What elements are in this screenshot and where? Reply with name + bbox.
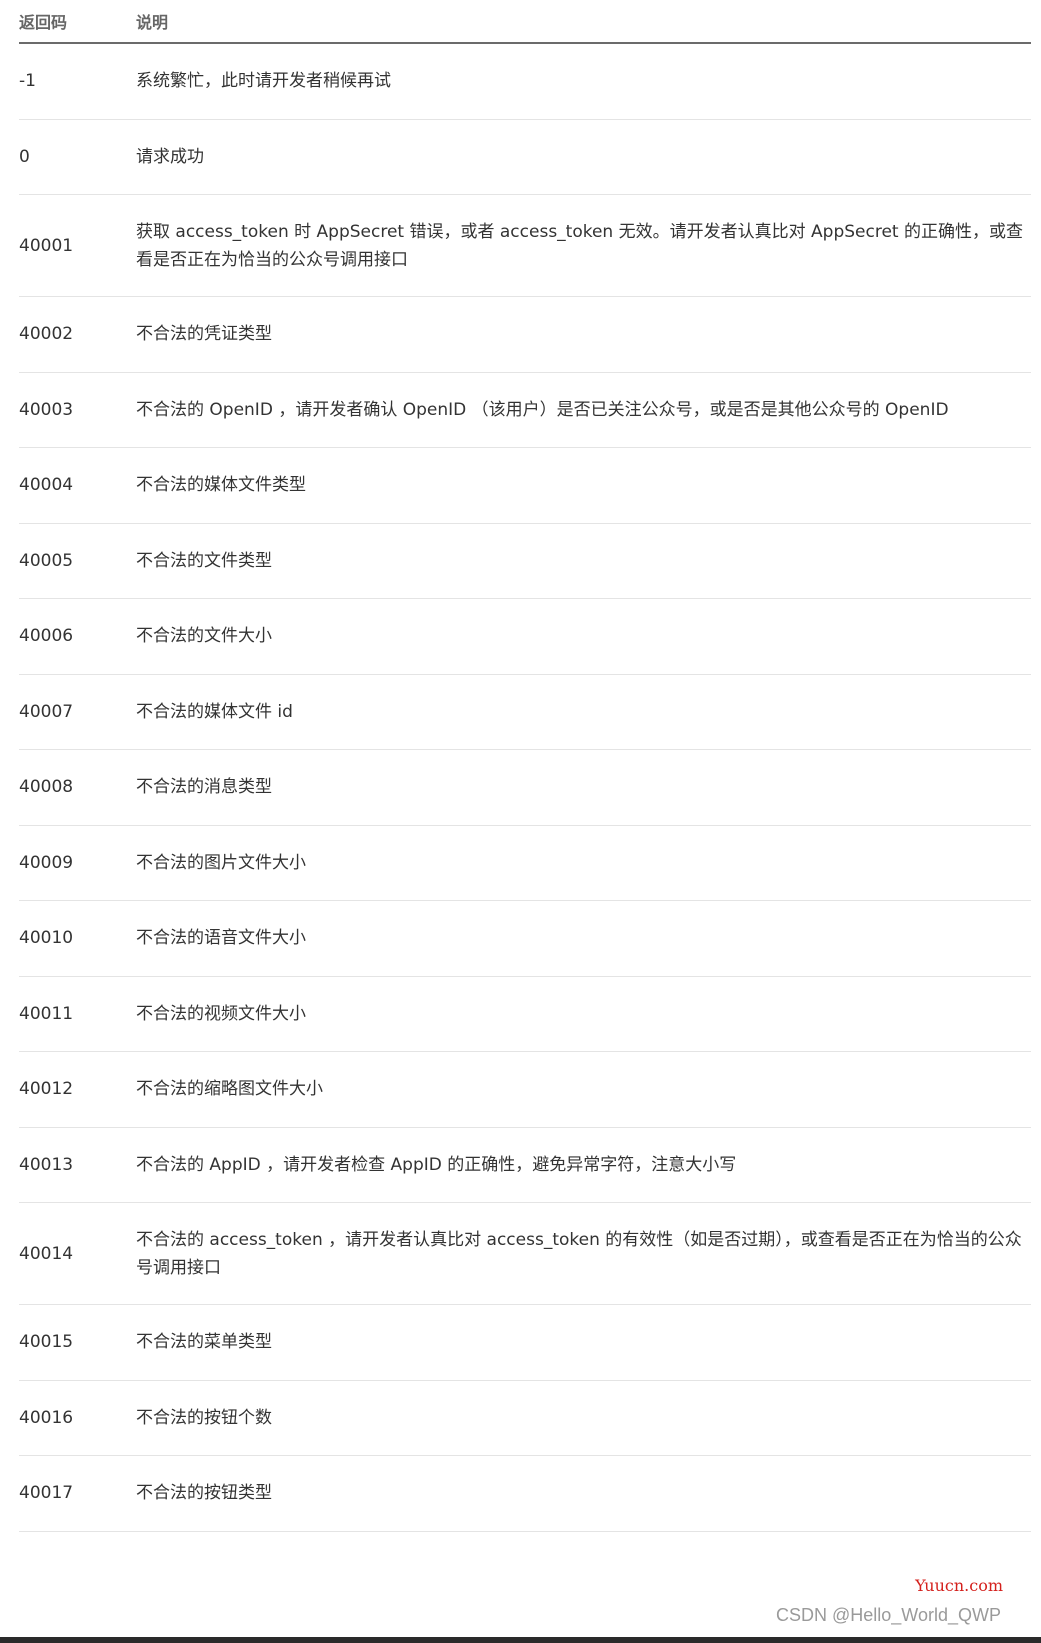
cell-code: 40007 — [19, 701, 74, 722]
table-row: 40009 不合法的图片文件大小 — [19, 826, 1031, 901]
header-code: 返回码 — [19, 13, 68, 32]
cell-code: -1 — [19, 71, 36, 92]
cell-description: 不合法的视频文件大小 — [136, 1003, 306, 1024]
cell-code: 40005 — [19, 550, 74, 571]
error-code-table: 返回码 说明 -1 系统繁忙，此时请开发者稍候再试 0 请求成功 40001 获… — [19, 0, 1031, 1532]
table-row: 0 请求成功 — [19, 120, 1031, 195]
header-description: 说明 — [136, 13, 169, 32]
table-row: -1 系统繁忙，此时请开发者稍候再试 — [19, 44, 1031, 120]
table-row: 40001 获取 access_token 时 AppSecret 错误，或者 … — [19, 195, 1031, 297]
table-header: 返回码 说明 — [19, 0, 1031, 44]
table-row: 40008 不合法的消息类型 — [19, 750, 1031, 826]
cell-description: 不合法的 AppID ，请开发者检查 AppID 的正确性，避免异常字符，注意大… — [136, 1154, 737, 1175]
cell-code: 40015 — [19, 1332, 74, 1353]
cell-code: 40004 — [19, 475, 74, 496]
table-row: 40002 不合法的凭证类型 — [19, 297, 1031, 373]
cell-code: 40003 — [19, 399, 74, 420]
cell-description: 不合法的 access_token ，请开发者认真比对 access_token… — [136, 1229, 1022, 1278]
table-row: 40007 不合法的媒体文件 id — [19, 675, 1031, 750]
cell-description: 系统繁忙，此时请开发者稍候再试 — [136, 71, 391, 92]
table-row: 40017 不合法的按钮类型 — [19, 1456, 1031, 1532]
cell-description: 不合法的媒体文件类型 — [136, 475, 306, 496]
table-row: 40005 不合法的文件类型 — [19, 524, 1031, 599]
cell-description: 不合法的按钮个数 — [136, 1407, 272, 1428]
cell-description: 不合法的文件类型 — [136, 550, 272, 571]
cell-description: 不合法的语音文件大小 — [136, 928, 306, 949]
cell-description: 不合法的图片文件大小 — [136, 852, 306, 873]
cell-description: 请求成功 — [136, 146, 204, 167]
table-row: 40010 不合法的语音文件大小 — [19, 901, 1031, 977]
table-row: 40015 不合法的菜单类型 — [19, 1305, 1031, 1381]
cell-description: 不合法的文件大小 — [136, 626, 272, 647]
cell-code: 40008 — [19, 777, 74, 798]
cell-code: 40001 — [19, 235, 74, 256]
table-row: 40006 不合法的文件大小 — [19, 599, 1031, 675]
cell-code: 40012 — [19, 1079, 74, 1100]
cell-code: 40010 — [19, 928, 74, 949]
cell-description: 不合法的消息类型 — [136, 777, 272, 798]
bottom-edge-bar — [0, 1637, 1041, 1643]
table-row: 40004 不合法的媒体文件类型 — [19, 448, 1031, 524]
cell-code: 0 — [19, 146, 30, 167]
cell-code: 40017 — [19, 1483, 74, 1504]
site-watermark: Yuucn.com — [915, 1576, 1003, 1595]
table-row: 40012 不合法的缩略图文件大小 — [19, 1052, 1031, 1128]
table-row: 40011 不合法的视频文件大小 — [19, 977, 1031, 1052]
cell-code: 40006 — [19, 626, 74, 647]
table-row: 40013 不合法的 AppID ，请开发者检查 AppID 的正确性，避免异常… — [19, 1128, 1031, 1203]
cell-description: 不合法的菜单类型 — [136, 1332, 272, 1353]
table-row: 40016 不合法的按钮个数 — [19, 1381, 1031, 1456]
cell-description: 不合法的媒体文件 id — [136, 701, 293, 722]
cell-description: 不合法的按钮类型 — [136, 1483, 272, 1504]
cell-description: 获取 access_token 时 AppSecret 错误，或者 access… — [136, 221, 1023, 270]
cell-description: 不合法的 OpenID ，请开发者确认 OpenID （该用户）是否已关注公众号… — [136, 399, 949, 420]
cell-code: 40011 — [19, 1003, 74, 1024]
cell-code: 40002 — [19, 324, 74, 345]
cell-code: 40014 — [19, 1243, 74, 1264]
cell-description: 不合法的凭证类型 — [136, 324, 272, 345]
table-row: 40003 不合法的 OpenID ，请开发者确认 OpenID （该用户）是否… — [19, 373, 1031, 448]
cell-code: 40009 — [19, 852, 74, 873]
author-watermark: CSDN @Hello_World_QWP — [776, 1605, 1001, 1625]
cell-code: 40013 — [19, 1154, 74, 1175]
table-row: 40014 不合法的 access_token ，请开发者认真比对 access… — [19, 1203, 1031, 1305]
cell-code: 40016 — [19, 1407, 74, 1428]
cell-description: 不合法的缩略图文件大小 — [136, 1079, 323, 1100]
